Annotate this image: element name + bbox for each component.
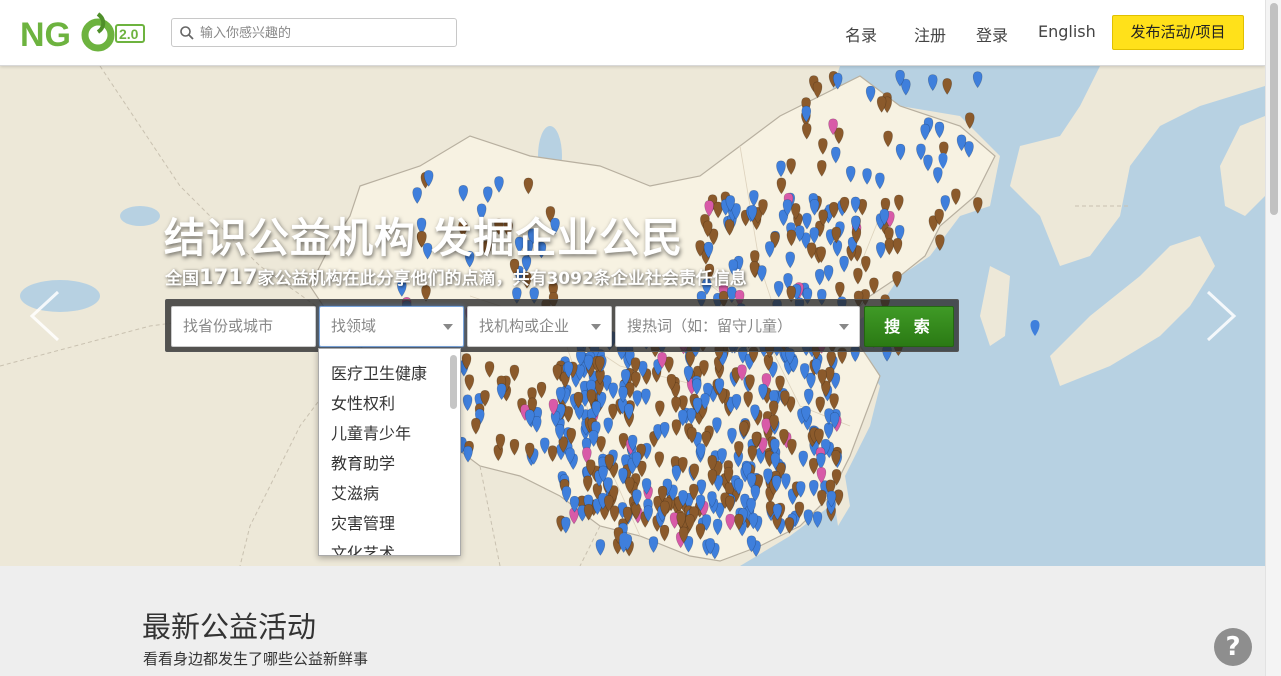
logo-badge: 2.0 xyxy=(119,26,139,42)
domain-option[interactable]: 儿童青少年 xyxy=(319,421,460,451)
domain-option[interactable]: 医疗卫生健康 xyxy=(319,361,460,391)
nav-english[interactable]: English xyxy=(1038,22,1096,41)
nav-directory[interactable]: 名录 xyxy=(845,22,877,46)
search-icon xyxy=(180,26,194,40)
chevron-down-icon xyxy=(443,324,453,330)
subtitle-middle: 家公益机构在此分享他们的点滴，共有 xyxy=(257,269,547,289)
domain-option[interactable]: 灾害管理 xyxy=(319,511,460,541)
org-select-label: 找机构或企业 xyxy=(479,317,570,335)
chevron-down-icon xyxy=(591,324,601,330)
csr-count: 3092 xyxy=(546,269,594,289)
publish-activity-button[interactable]: 发布活动/项目 xyxy=(1112,15,1244,50)
hero-subtitle: 全国1717家公益机构在此分享他们的点滴，共有3092条企业社会责任信息 xyxy=(165,264,747,289)
map-search-panel: 找省份或城市 找领域 找机构或企业 搜热词（如：留守儿童） 搜 索 xyxy=(165,299,959,352)
province-city-field[interactable]: 找省份或城市 xyxy=(171,306,316,347)
help-button[interactable]: ? xyxy=(1214,628,1252,666)
section-subtitle: 看看身边都发生了哪些公益新鲜事 xyxy=(143,650,369,668)
domain-select-label: 找领域 xyxy=(331,317,377,335)
org-count: 1717 xyxy=(199,265,258,289)
keyword-select[interactable]: 搜热词（如：留守儿童） xyxy=(615,306,860,347)
page-scrollbar-thumb[interactable] xyxy=(1270,3,1278,215)
org-company-select[interactable]: 找机构或企业 xyxy=(467,306,612,347)
nav-login[interactable]: 登录 xyxy=(976,22,1008,46)
page-scrollbar[interactable] xyxy=(1265,0,1281,676)
nav-register[interactable]: 注册 xyxy=(914,22,946,46)
keyword-select-label: 搜热词（如：留守儿童） xyxy=(627,317,793,335)
ngo20-logo[interactable]: NG 2.0 xyxy=(20,10,146,58)
latest-activities-section: 最新公益活动 看看身边都发生了哪些公益新鲜事 xyxy=(0,566,1265,676)
hero-title: 结识公益机构 发掘企业公民 xyxy=(164,214,684,262)
domain-option[interactable]: 文化艺术 xyxy=(319,541,460,555)
domain-option[interactable]: 女性权利 xyxy=(319,391,460,421)
subtitle-prefix: 全国 xyxy=(165,269,199,289)
logo-text: NG xyxy=(20,16,71,54)
top-header: NG 2.0 名录 注册 登录 English 发布活动/项目 xyxy=(0,0,1265,66)
section-title: 最新公益活动 xyxy=(142,610,317,644)
domain-dropdown: 医疗卫生健康 女性权利 儿童青少年 教育助学 艾滋病 灾害管理 文化艺术 xyxy=(318,348,461,556)
domain-option[interactable]: 艾滋病 xyxy=(319,481,460,511)
subtitle-suffix: 条企业社会责任信息 xyxy=(593,269,747,289)
domain-option[interactable]: 教育助学 xyxy=(319,451,460,481)
page: NG 2.0 名录 注册 登录 English 发布活动/项目 xyxy=(0,0,1281,676)
slider-prev-arrow[interactable] xyxy=(24,286,64,346)
site-search-input[interactable] xyxy=(200,22,450,44)
slider-next-arrow[interactable] xyxy=(1202,286,1242,346)
search-button[interactable]: 搜 索 xyxy=(864,306,954,347)
chevron-down-icon xyxy=(839,324,849,330)
domain-select[interactable]: 找领域 xyxy=(319,306,464,347)
site-search xyxy=(171,18,457,47)
hero-map: 结识公益机构 发掘企业公民 全国1717家公益机构在此分享他们的点滴，共有309… xyxy=(0,66,1265,566)
dropdown-scrollbar-thumb[interactable] xyxy=(450,355,457,409)
